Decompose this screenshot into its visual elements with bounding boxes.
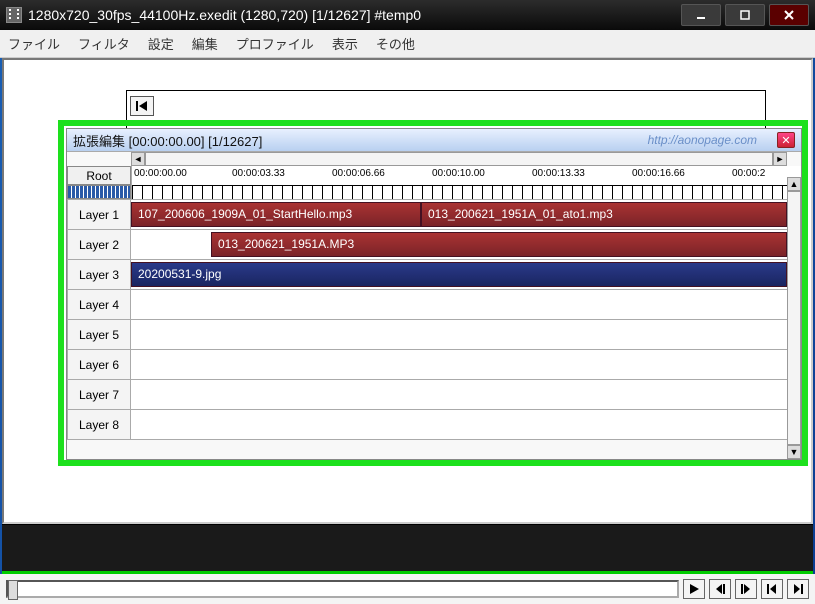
minimize-button[interactable] <box>681 4 721 26</box>
rewind-button[interactable] <box>130 96 154 116</box>
layer-label[interactable]: Layer 7 <box>67 380 131 409</box>
clip-audio[interactable]: 013_200621_1951A.MP3 <box>211 232 787 257</box>
window-controls <box>681 4 815 26</box>
ruler-tick: 00:00:00.00 <box>134 168 187 179</box>
layer-track[interactable]: 013_200621_1951A.MP3 <box>131 230 801 259</box>
menu-settings[interactable]: 設定 <box>148 34 174 53</box>
layer-track[interactable] <box>131 410 801 439</box>
layer-row-1: Layer 1 107_200606_1909A_01_StartHello.m… <box>67 200 801 230</box>
menu-file[interactable]: ファイル <box>8 34 60 53</box>
menu-filter[interactable]: フィルタ <box>78 34 130 53</box>
layer-label[interactable]: Layer 5 <box>67 320 131 349</box>
menubar: ファイル フィルタ 設定 編集 プロファイル 表示 その他 <box>0 30 815 58</box>
ruler-tick: 00:00:2 <box>732 168 765 179</box>
layer-row-8: Layer 8 <box>67 410 801 440</box>
ruler-row: Root 00:00:00.00 00:00:03.33 00:00:06.66… <box>67 166 801 200</box>
clip-audio[interactable]: 013_200621_1951A_01_ato1.mp3 <box>421 202 787 227</box>
hscroll-right-icon[interactable]: ► <box>773 152 787 166</box>
app-window: 1280x720_30fps_44100Hz.exedit (1280,720)… <box>0 0 815 604</box>
menu-other[interactable]: その他 <box>376 34 415 53</box>
skip-forward-button[interactable] <box>787 579 809 599</box>
menu-profile[interactable]: プロファイル <box>236 34 314 53</box>
vscroll-up-icon[interactable]: ▲ <box>787 177 801 191</box>
layer-track[interactable] <box>131 350 801 379</box>
ruler-tick: 00:00:03.33 <box>232 168 285 179</box>
ruler-tick: 00:00:06.66 <box>332 168 385 179</box>
layer-row-2: Layer 2 013_200621_1951A.MP3 <box>67 230 801 260</box>
titlebar[interactable]: 1280x720_30fps_44100Hz.exedit (1280,720)… <box>0 0 815 30</box>
timeline-window: 拡張編集 [00:00:00.00] [1/12627] http://aono… <box>66 128 802 460</box>
timeline-hscroll[interactable]: ◄ ► <box>131 152 787 166</box>
layer-label[interactable]: Layer 8 <box>67 410 131 439</box>
clip-audio[interactable]: 107_200606_1909A_01_StartHello.mp3 <box>131 202 421 227</box>
clip-image[interactable]: 20200531-9.jpg <box>131 262 787 287</box>
timeline-title-text: 拡張編集 [00:00:00.00] [1/12627] <box>73 131 262 150</box>
watermark-text: http://aonopage.com <box>262 133 777 147</box>
layer-label[interactable]: Layer 4 <box>67 290 131 319</box>
layer-row-5: Layer 5 <box>67 320 801 350</box>
root-button[interactable]: Root <box>67 166 131 185</box>
timeline-close-button[interactable]: ✕ <box>777 132 795 148</box>
frame-back-button[interactable] <box>709 579 731 599</box>
audio-waveform-bar <box>2 524 813 572</box>
layer-row-4: Layer 4 <box>67 290 801 320</box>
maximize-button[interactable] <box>725 4 765 26</box>
seek-thumb[interactable] <box>8 580 18 600</box>
skip-back-button[interactable] <box>761 579 783 599</box>
time-ruler[interactable]: 00:00:00.00 00:00:03.33 00:00:06.66 00:0… <box>131 166 801 199</box>
ruler-tick: 00:00:13.33 <box>532 168 585 179</box>
layer-label[interactable]: Layer 1 <box>67 200 131 229</box>
film-icon <box>6 7 22 23</box>
hscroll-track[interactable] <box>145 152 773 166</box>
seek-slider[interactable] <box>6 580 679 598</box>
layer-track[interactable]: 20200531-9.jpg <box>131 260 801 289</box>
layer-row-7: Layer 7 <box>67 380 801 410</box>
layer-track[interactable] <box>131 290 801 319</box>
close-button[interactable] <box>769 4 809 26</box>
play-button[interactable] <box>683 579 705 599</box>
transport-bar <box>0 574 815 604</box>
hscroll-left-icon[interactable]: ◄ <box>131 152 145 166</box>
menu-view[interactable]: 表示 <box>332 34 358 53</box>
vscroll-track[interactable] <box>787 191 801 445</box>
canvas-area: 拡張編集 [00:00:00.00] [1/12627] http://aono… <box>2 58 813 524</box>
timeline-body: ◄ ► Root 00:00:00.00 00:00:03.33 00:00:0… <box>67 151 801 459</box>
ruler-tick: 00:00:16.66 <box>632 168 685 179</box>
layer-label[interactable]: Layer 3 <box>67 260 131 289</box>
window-title: 1280x720_30fps_44100Hz.exedit (1280,720)… <box>28 7 681 23</box>
layer-track[interactable]: 107_200606_1909A_01_StartHello.mp3 013_2… <box>131 200 801 229</box>
ruler-ticks <box>132 185 801 199</box>
menu-edit[interactable]: 編集 <box>192 34 218 53</box>
layer-label[interactable]: Layer 6 <box>67 350 131 379</box>
frame-forward-button[interactable] <box>735 579 757 599</box>
timeline-titlebar[interactable]: 拡張編集 [00:00:00.00] [1/12627] http://aono… <box>67 129 801 151</box>
layer-label[interactable]: Layer 2 <box>67 230 131 259</box>
timeline-vscroll[interactable]: ▲ ▼ <box>787 177 801 459</box>
zoom-slider[interactable] <box>67 185 131 199</box>
layer-row-3: Layer 3 20200531-9.jpg <box>67 260 801 290</box>
layer-track[interactable] <box>131 320 801 349</box>
vscroll-down-icon[interactable]: ▼ <box>787 445 801 459</box>
layer-row-6: Layer 6 <box>67 350 801 380</box>
layer-track[interactable] <box>131 380 801 409</box>
ruler-tick: 00:00:10.00 <box>432 168 485 179</box>
